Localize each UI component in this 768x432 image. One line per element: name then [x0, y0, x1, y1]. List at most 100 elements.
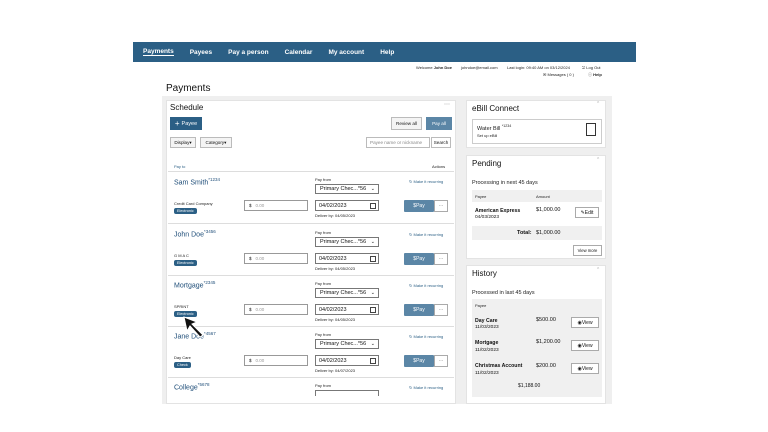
date-input[interactable]: 04/02/2023	[315, 253, 379, 264]
more-actions-button[interactable]: ⋯	[434, 304, 448, 316]
plus-icon: +	[174, 119, 180, 128]
welcome-name: John Doe	[433, 65, 452, 70]
collapse-icon[interactable]: ⌃	[596, 101, 601, 107]
nav-my-account[interactable]: My account	[328, 49, 364, 56]
envelope-icon: ✉	[543, 72, 547, 77]
edit-button[interactable]: ✎ Edit	[575, 207, 599, 218]
pay-from-select[interactable]: Primary Chec...*56 ⌄	[315, 288, 379, 298]
make-recurring-link[interactable]: ↻ Make it recurring	[409, 283, 443, 288]
history-date: 11/02/2023	[475, 348, 499, 353]
collapse-icon[interactable]: ⌃	[596, 157, 601, 163]
page-title: Payments	[166, 83, 211, 94]
messages-link[interactable]: ✉ Messages ( 0 )	[543, 72, 574, 77]
payee-name-link[interactable]: College*5678	[174, 382, 210, 391]
amount-placeholder: 0.00	[255, 203, 265, 208]
history-payee: Christmas Account	[475, 363, 523, 369]
view-button[interactable]: ◉ View	[571, 340, 599, 351]
help-label: Help	[593, 72, 602, 77]
calendar-icon[interactable]	[370, 256, 376, 262]
chevron-down-icon: ⌄	[370, 341, 375, 347]
history-total: $1,188.00	[518, 383, 541, 389]
date-input[interactable]: 04/02/2023	[315, 200, 379, 211]
setup-ebill-link[interactable]: Set up eBill	[477, 133, 497, 138]
screen: Payments Payees Pay a person Calendar My…	[0, 0, 768, 432]
payee-company: G M A C	[174, 253, 189, 258]
calendar-icon[interactable]	[370, 307, 376, 313]
logout-link[interactable]: ⎋ Log Out	[582, 65, 601, 70]
view-button[interactable]: ◉ View	[571, 363, 599, 374]
collapse-icon[interactable]: ⌃	[596, 267, 601, 273]
history-amount: $200.00	[536, 363, 556, 369]
recurring-label: Make it recurring	[413, 179, 444, 184]
pay-from-value: Primary Chec...*56	[320, 239, 367, 245]
view-more-button[interactable]: View more	[573, 245, 602, 256]
pay-all-button[interactable]: Pay all	[426, 117, 452, 130]
make-recurring-link[interactable]: ↻ Make it recurring	[409, 334, 443, 339]
add-payee-button[interactable]: + Payee	[170, 117, 202, 130]
ebill-acct: *1234	[501, 124, 512, 128]
pending-date: 04/03/2023	[475, 215, 500, 220]
pay-button[interactable]: $ Pay	[404, 200, 434, 212]
dollar-icon: $	[249, 203, 252, 208]
recurring-label: Make it recurring	[413, 283, 444, 288]
payee-name-link[interactable]: Mortgage*2345	[174, 280, 215, 289]
amount-input[interactable]: $0.00	[244, 355, 308, 366]
pay-from-select[interactable]: Primary Chec...*56 ⌄	[315, 339, 379, 349]
schedule-menu-icon[interactable]: ⋯	[444, 101, 451, 108]
help-link[interactable]: ⓘ Help	[588, 72, 602, 78]
payee-search-input[interactable]: Payee name or nickname	[366, 137, 430, 148]
recurring-icon: ↻	[409, 283, 413, 288]
history-title: History	[472, 269, 497, 278]
deliver-by: Deliver by: 04/05/2023	[315, 266, 356, 271]
dollar-icon: $	[249, 256, 252, 261]
payee-name: College	[174, 384, 198, 392]
divider	[168, 326, 454, 327]
display-dropdown[interactable]: Display ▾	[170, 137, 196, 148]
nav-payments[interactable]: Payments	[143, 48, 174, 56]
logout-icon: ⎋	[582, 65, 586, 70]
top-nav: Payments Payees Pay a person Calendar My…	[133, 42, 636, 62]
date-input[interactable]: 04/02/2023	[315, 355, 379, 366]
date-input[interactable]: 04/02/2023	[315, 304, 379, 315]
last-login: Last login: 09:40 AM on 03/12/2024	[507, 65, 570, 70]
pay-from-select[interactable]: Primary Chec...*56 ⌄	[315, 184, 379, 194]
make-recurring-link[interactable]: ↻ Make it recurring	[409, 385, 443, 390]
more-actions-button[interactable]: ⋯	[434, 253, 448, 265]
document-icon	[586, 123, 596, 136]
date-value: 04/02/2023	[319, 255, 347, 262]
more-actions-button[interactable]: ⋯	[434, 355, 448, 367]
payee-name: Mortgage	[174, 282, 204, 290]
more-actions-button[interactable]: ⋯	[434, 200, 448, 212]
review-all-button[interactable]: Review all	[391, 117, 422, 130]
amount-input[interactable]: $0.00	[244, 200, 308, 211]
search-button[interactable]: Search	[431, 137, 451, 148]
make-recurring-link[interactable]: ↻ Make it recurring	[409, 232, 443, 237]
pay-button[interactable]: $ Pay	[404, 304, 434, 316]
pay-button[interactable]: $ Pay	[404, 355, 434, 367]
nav-calendar[interactable]: Calendar	[285, 49, 313, 56]
amount-placeholder: 0.00	[255, 307, 265, 312]
ebill-name: Water Bill	[477, 125, 501, 132]
pay-from-select[interactable]: Primary Chec...*56 ⌄	[315, 237, 379, 247]
nav-help[interactable]: Help	[380, 49, 394, 56]
pay-from-select[interactable]	[315, 390, 379, 396]
amount-input[interactable]: $0.00	[244, 253, 308, 264]
amount-input[interactable]: $0.00	[244, 304, 308, 315]
pay-button[interactable]: $ Pay	[404, 253, 434, 265]
calendar-icon[interactable]	[370, 203, 376, 209]
nav-payees[interactable]: Payees	[190, 49, 212, 56]
calendar-icon[interactable]	[370, 358, 376, 364]
payee-company: Day Care	[174, 355, 191, 360]
mouse-cursor-icon	[183, 316, 204, 338]
pay-label: Pay	[416, 203, 425, 209]
category-dropdown[interactable]: Category ▾	[200, 137, 232, 148]
recurring-icon: ↻	[409, 232, 413, 237]
nav-pay-a-person[interactable]: Pay a person	[228, 49, 268, 56]
add-payee-label: Payee	[181, 120, 198, 127]
chevron-down-icon: ⌄	[370, 186, 375, 192]
payee-name-link[interactable]: John Doe*3456	[174, 229, 216, 238]
view-button[interactable]: ◉ View	[571, 317, 599, 328]
make-recurring-link[interactable]: ↻ Make it recurring	[409, 179, 443, 184]
payee-name-link[interactable]: Sam Smith*1234	[174, 177, 220, 186]
payee-type-badge: Check	[174, 362, 191, 368]
